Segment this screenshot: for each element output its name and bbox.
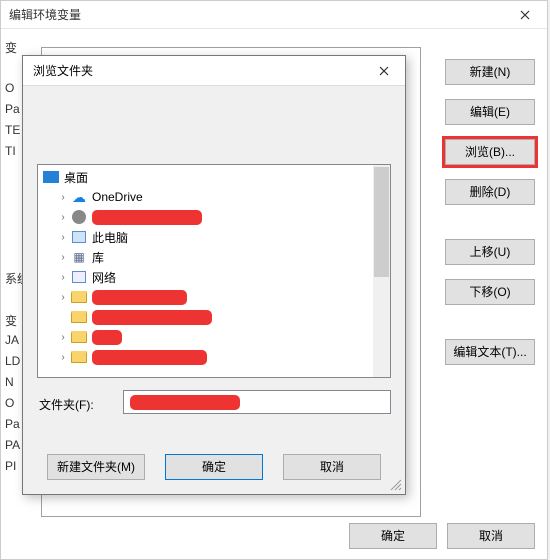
main-bottom-buttons: 确定 取消 (349, 523, 535, 549)
folder-icon (70, 309, 88, 325)
move-down-button[interactable]: 下移(O) (445, 279, 535, 305)
browse-title: 浏览文件夹 (33, 62, 93, 79)
expander-icon[interactable]: › (56, 332, 70, 343)
tree-item-label: 桌面 (64, 169, 88, 186)
folder-tree-panel[interactable]: 桌面›☁OneDrive››此电脑›▦库›网络››› (37, 164, 391, 378)
expander-icon[interactable]: › (56, 352, 70, 363)
tree-item-label: 库 (92, 249, 104, 266)
expander-icon[interactable]: › (56, 252, 70, 263)
tree-root[interactable]: 桌面 (42, 167, 390, 187)
tree-item-label: OneDrive (92, 190, 143, 204)
redacted-text (92, 330, 122, 345)
network-icon (70, 269, 88, 285)
tree-scrollbar[interactable] (373, 165, 390, 377)
browse-folder-dialog: 浏览文件夹 桌面›☁OneDrive››此电脑›▦库›网络››› 文件夹(F):… (22, 55, 406, 495)
close-icon (520, 10, 530, 20)
redacted-text (130, 395, 240, 410)
tree-item[interactable]: › (42, 327, 390, 347)
main-close-button[interactable] (502, 1, 547, 29)
desktop-icon (42, 169, 60, 185)
expander-icon[interactable]: › (56, 232, 70, 243)
expander-icon[interactable]: › (56, 292, 70, 303)
browse-titlebar[interactable]: 浏览文件夹 (23, 56, 405, 86)
library-icon: ▦ (70, 249, 88, 265)
new-button[interactable]: 新建(N) (445, 59, 535, 85)
browse-cancel-button[interactable]: 取消 (283, 454, 381, 480)
tree-item[interactable]: ›☁ OneDrive (42, 187, 390, 207)
redacted-text (92, 210, 202, 225)
redacted-text (92, 350, 207, 365)
expander-icon[interactable]: › (56, 272, 70, 283)
redacted-text (92, 310, 212, 325)
tree-item[interactable]: › 此电脑 (42, 227, 390, 247)
onedrive-icon: ☁ (70, 189, 88, 205)
folder-tree: 桌面›☁OneDrive››此电脑›▦库›网络››› (38, 165, 390, 369)
tree-item-label: 网络 (92, 269, 116, 286)
tree-item[interactable] (42, 307, 390, 327)
folder-icon (70, 289, 88, 305)
main-titlebar[interactable]: 编辑环境变量 (1, 1, 547, 29)
folder-field-label: 文件夹(F): (39, 396, 94, 413)
main-title: 编辑环境变量 (9, 6, 81, 23)
delete-button[interactable]: 删除(D) (445, 179, 535, 205)
expander-icon[interactable]: › (56, 212, 70, 223)
browse-ok-button[interactable]: 确定 (165, 454, 263, 480)
browse-bottom-buttons: 新建文件夹(M) 确定 取消 (23, 454, 405, 480)
tree-item[interactable]: ›▦库 (42, 247, 390, 267)
main-cancel-button[interactable]: 取消 (447, 523, 535, 549)
edit-text-button[interactable]: 编辑文本(T)... (445, 339, 535, 365)
move-up-button[interactable]: 上移(U) (445, 239, 535, 265)
folder-path-input[interactable] (123, 390, 391, 414)
tree-item[interactable]: › (42, 347, 390, 367)
tree-item-label: 此电脑 (92, 229, 128, 246)
folder-icon (70, 329, 88, 345)
pc-icon (70, 229, 88, 245)
main-ok-button[interactable]: 确定 (349, 523, 437, 549)
tree-item[interactable]: › 网络 (42, 267, 390, 287)
new-folder-button[interactable]: 新建文件夹(M) (47, 454, 145, 480)
folder-icon (70, 349, 88, 365)
edit-button[interactable]: 编辑(E) (445, 99, 535, 125)
right-button-column: 新建(N) 编辑(E) 浏览(B)... 删除(D) 上移(U) 下移(O) 编… (445, 59, 535, 379)
resize-grip-icon[interactable] (389, 478, 403, 492)
scrollbar-thumb[interactable] (374, 167, 389, 277)
tree-item[interactable]: › (42, 207, 390, 227)
close-icon (379, 66, 389, 76)
browse-close-button[interactable] (363, 56, 405, 86)
redacted-text (92, 290, 187, 305)
expander-icon[interactable]: › (56, 192, 70, 203)
user-icon (70, 209, 88, 225)
tree-item[interactable]: › (42, 287, 390, 307)
browse-button[interactable]: 浏览(B)... (445, 139, 535, 165)
